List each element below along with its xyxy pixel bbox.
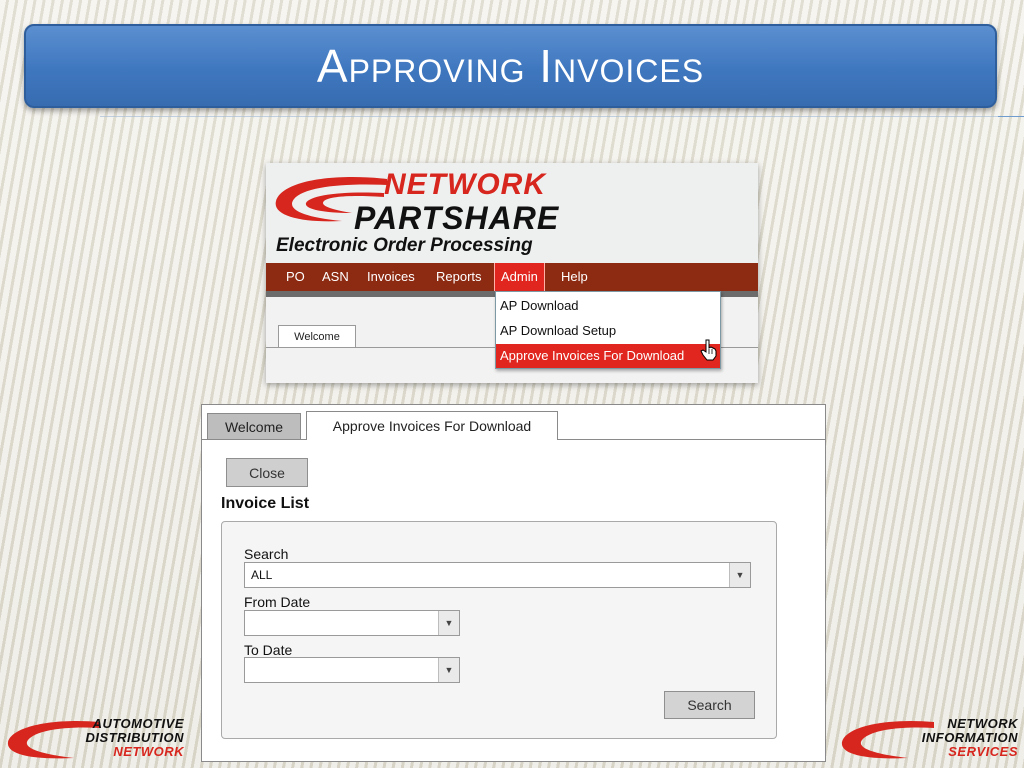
slide-title: Approving Invoices: [316, 40, 705, 92]
partshare-logo: NETWORK PARTSHARE Electronic Order Proce…: [266, 163, 758, 263]
active-tab-gap: [307, 439, 557, 440]
footer-left-line3: Network: [113, 744, 184, 759]
nav-item-admin[interactable]: Admin: [494, 263, 545, 291]
from-date-picker[interactable]: ▼: [244, 610, 460, 636]
to-date-picker[interactable]: ▼: [244, 657, 460, 683]
menu-item-approve-invoices[interactable]: Approve Invoices For Download: [496, 344, 720, 368]
tab-welcome[interactable]: Welcome: [207, 413, 301, 439]
main-nav-bar: PO ASN Invoices Reports Admin Help: [266, 263, 758, 291]
close-button[interactable]: Close: [226, 458, 308, 487]
footer-left-line2: Distribution: [85, 730, 184, 745]
search-button[interactable]: Search: [664, 691, 755, 719]
nav-item-invoices[interactable]: Invoices: [361, 263, 421, 291]
search-select-value: ALL: [251, 568, 273, 582]
hand-cursor-icon: [700, 339, 717, 361]
footer-right-line1: Network: [947, 716, 1018, 731]
chevron-down-icon[interactable]: ▼: [438, 611, 459, 635]
from-date-label: From Date: [244, 594, 311, 610]
footer-right-line3: Services: [948, 744, 1018, 759]
tab-strip: Welcome Approve Invoices For Download: [202, 405, 825, 440]
admin-dropdown-menu: AP Download AP Download Setup Approve In…: [495, 291, 721, 369]
nav-item-reports[interactable]: Reports: [430, 263, 488, 291]
search-select[interactable]: ALL ▼: [244, 562, 751, 588]
chevron-down-icon[interactable]: ▼: [729, 563, 750, 587]
slide-title-banner: Approving Invoices: [24, 24, 997, 108]
logo-partshare-text: PARTSHARE: [354, 200, 560, 236]
to-date-label: To Date: [244, 642, 293, 658]
nav-item-po[interactable]: PO: [280, 263, 311, 291]
logo-network-text: NETWORK: [384, 168, 546, 201]
chevron-down-icon[interactable]: ▼: [438, 658, 459, 682]
tab-welcome[interactable]: Welcome: [278, 325, 356, 348]
logo-tagline: Electronic Order Processing: [276, 235, 533, 256]
menu-item-ap-download[interactable]: AP Download: [496, 294, 720, 318]
nav-item-asn[interactable]: ASN: [316, 263, 355, 291]
tab-approve-invoices[interactable]: Approve Invoices For Download: [306, 411, 558, 440]
invoice-list-heading: Invoice List: [221, 495, 310, 512]
footer-logo-nis: Network Information Services: [838, 712, 1018, 766]
footer-logo-adn: Automotive Distribution Network: [4, 712, 184, 766]
nav-item-help[interactable]: Help: [555, 263, 594, 291]
title-underline-end: [998, 116, 1024, 117]
invoice-search-panel: Search ALL ▼ From Date ▼ To Date ▼ Searc…: [221, 521, 777, 739]
title-underline: [100, 116, 998, 117]
screenshot-admin-menu: NETWORK PARTSHARE Electronic Order Proce…: [266, 163, 758, 383]
footer-right-line2: Information: [921, 730, 1018, 745]
footer-left-line1: Automotive: [92, 716, 184, 731]
menu-item-ap-download-setup[interactable]: AP Download Setup: [496, 319, 720, 343]
search-label: Search: [244, 546, 289, 562]
screenshot-approve-invoices: Welcome Approve Invoices For Download Cl…: [201, 404, 826, 762]
